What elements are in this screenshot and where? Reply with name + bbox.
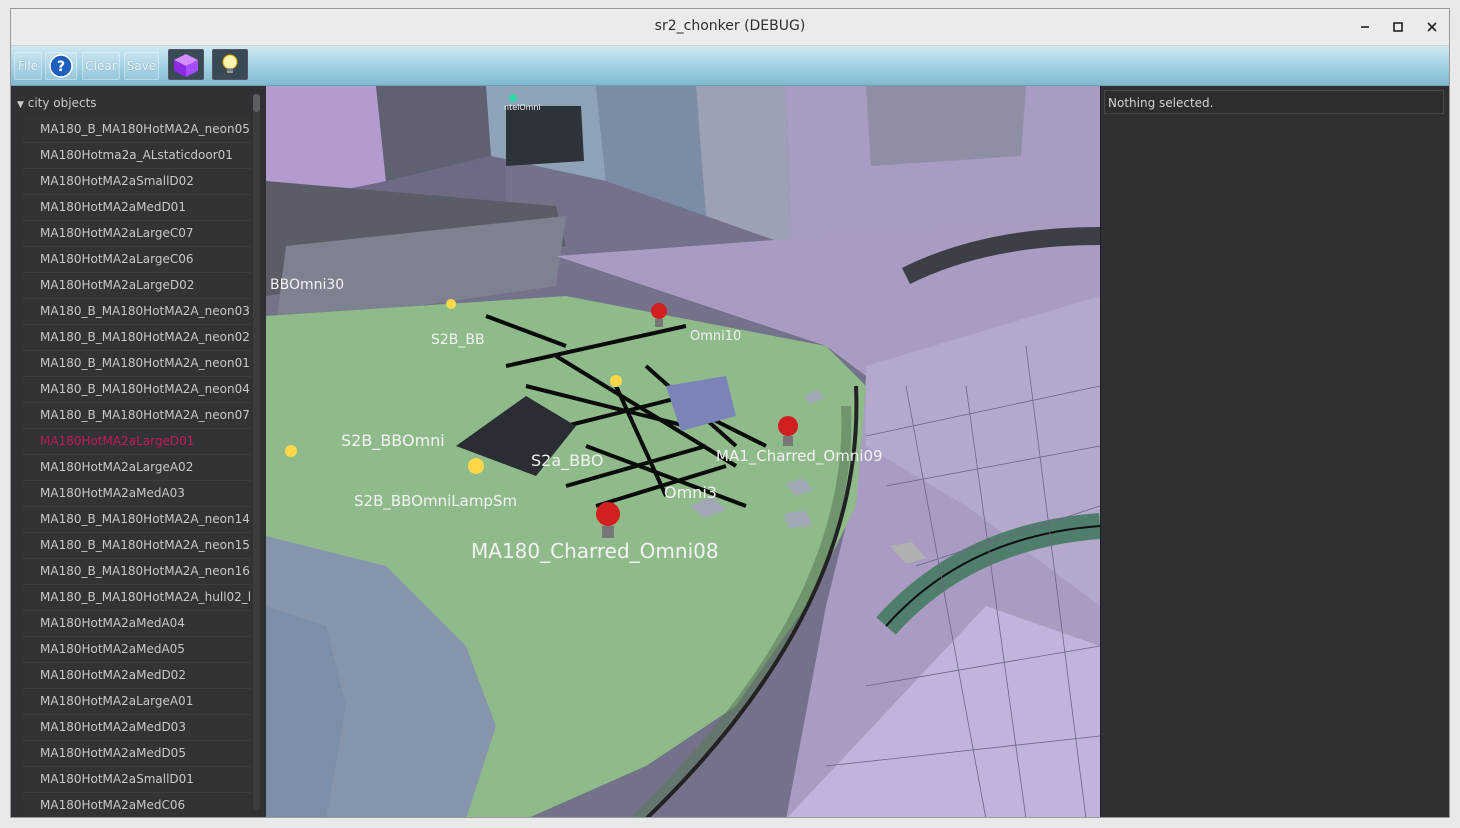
lightbulb-toggle-button[interactable]: [212, 49, 248, 80]
scene-label: Omni10: [690, 329, 741, 344]
tree-item[interactable]: MA180HotMA2aLargeD01: [23, 429, 251, 455]
app-window: sr2_chonker (DEBUG) File ? Clear Save ▼ …: [10, 8, 1450, 818]
tree-item[interactable]: MA180HotMA2aMedA05: [23, 637, 251, 663]
tree-item[interactable]: MA180_B_MA180HotMA2A_neon14: [23, 507, 251, 533]
tree-root-label: city objects: [27, 96, 97, 110]
tree-scrollbar[interactable]: [253, 94, 260, 810]
cube-icon: [174, 54, 198, 77]
object-tree-panel: ▼ city objects MA180_B_MA180HotMA2A_neon…: [11, 86, 265, 817]
tree-item[interactable]: MA180_B_MA180HotMA2A_neon02: [23, 325, 251, 351]
scene-label: MA1_Charred_Omni09: [716, 447, 883, 466]
selection-status: Nothing selected.: [1104, 90, 1444, 114]
scene-label: S2B_BB: [431, 332, 485, 348]
cube-toggle-button[interactable]: [168, 49, 204, 80]
scene-label: Omni3: [664, 483, 717, 502]
save-button[interactable]: Save: [124, 52, 159, 80]
tree-item[interactable]: MA180_B_MA180HotMA2A_neon07: [23, 403, 251, 429]
minimize-icon[interactable]: [1355, 17, 1375, 37]
3d-viewport[interactable]: BBOmni30 S2B_BB Omni10 S2B_BBOmni S2a_BB…: [266, 86, 1100, 818]
maximize-icon[interactable]: [1388, 17, 1408, 37]
tree-item[interactable]: MA180HotMA2aSmallD02: [23, 169, 251, 195]
tree-item[interactable]: MA180_B_MA180HotMA2A_neon15: [23, 533, 251, 559]
scene-label: S2B_BBOmni: [341, 431, 445, 451]
tree-item[interactable]: MA180HotMA2aMedD01: [23, 195, 251, 221]
svg-text:?: ?: [57, 59, 65, 75]
close-icon[interactable]: [1422, 17, 1442, 37]
details-panel: Nothing selected.: [1100, 86, 1449, 817]
tree-item[interactable]: MA180_B_MA180HotMA2A_hull02_l: [23, 585, 251, 611]
tree-item[interactable]: MA180HotMA2aLargeC07: [23, 221, 251, 247]
tree-scrollbar-thumb[interactable]: [253, 94, 260, 112]
tree-item[interactable]: MA180HotMA2aLargeA02: [23, 455, 251, 481]
tree-item[interactable]: MA180_B_MA180HotMA2A_neon04: [23, 377, 251, 403]
help-button[interactable]: ?: [45, 52, 77, 80]
tree-root[interactable]: ▼ city objects: [17, 96, 97, 110]
tree-item[interactable]: MA180Hotma2a_ALstaticdoor01: [23, 143, 251, 169]
file-button[interactable]: File: [14, 52, 42, 80]
tree-item[interactable]: MA180HotMA2aLargeC06: [23, 247, 251, 273]
tree-item[interactable]: MA180_B_MA180HotMA2A_neon03: [23, 299, 251, 325]
tree-item[interactable]: MA180HotMA2aLargeA01: [23, 689, 251, 715]
scene-render[interactable]: BBOmni30 S2B_BB Omni10 S2B_BBOmni S2a_BB…: [266, 86, 1100, 818]
tree-item[interactable]: MA180_B_MA180HotMA2A_neon01: [23, 351, 251, 377]
tree-item[interactable]: MA180HotMA2aMedD05: [23, 741, 251, 767]
title-bar[interactable]: sr2_chonker (DEBUG): [11, 9, 1449, 46]
tree-item[interactable]: MA180HotMA2aMedD02: [23, 663, 251, 689]
tree-item[interactable]: MA180_B_MA180HotMA2A_neon16: [23, 559, 251, 585]
scene-label: ntelOmni: [504, 103, 541, 112]
tree-item[interactable]: MA180HotMA2aSmallD01: [23, 767, 251, 793]
toolbar: File ? Clear Save: [11, 46, 1449, 86]
tree-item[interactable]: MA180HotMA2aLargeD02: [23, 273, 251, 299]
scene-label: BBOmni30: [270, 277, 344, 293]
window-title: sr2_chonker (DEBUG): [654, 18, 806, 34]
scene-label: S2a_BBO: [531, 451, 603, 471]
tree-item[interactable]: MA180HotMA2aMedA04: [23, 611, 251, 637]
lightbulb-icon: [222, 54, 238, 73]
help-icon: ?: [49, 54, 73, 78]
clear-button[interactable]: Clear: [82, 52, 120, 80]
expand-triangle-icon[interactable]: ▼: [17, 100, 24, 110]
tree-item[interactable]: MA180HotMA2aMedA03: [23, 481, 251, 507]
scene-label: MA180_Charred_Omni08: [471, 539, 719, 563]
tree-list: MA180_B_MA180HotMA2A_neon05 MA180Hotma2a_…: [23, 117, 251, 817]
tree-item[interactable]: MA180HotMA2aMedC06: [23, 793, 251, 817]
tree-item[interactable]: MA180HotMA2aMedD03: [23, 715, 251, 741]
tree-item[interactable]: MA180_B_MA180HotMA2A_neon05: [23, 117, 251, 143]
scene-label: S2B_BBOmniLampSm: [354, 492, 517, 511]
